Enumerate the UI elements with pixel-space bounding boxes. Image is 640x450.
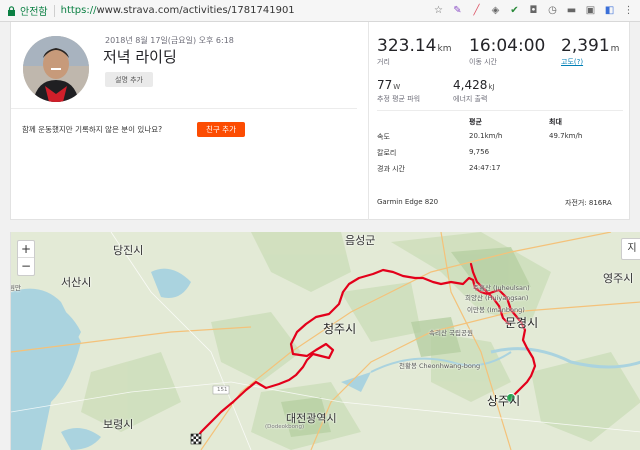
divider <box>377 110 623 111</box>
speed-max: 49.7km/h <box>549 132 583 140</box>
add-friends-prompt: 함께 운동했지만 기록하지 않은 분이 있나요? <box>22 125 163 134</box>
clock-icon[interactable]: ◷ <box>547 5 558 16</box>
url-field[interactable]: https://www.strava.com/activities/178174… <box>61 5 433 16</box>
divider <box>11 108 357 109</box>
energy-label: 에너지 출력 <box>453 95 488 103</box>
row-label-speed: 속도 <box>377 133 390 141</box>
map-label-boryeong: 보령시 <box>103 418 134 431</box>
activity-header: 2018년 8월 17일(금요일) 오후 6:18 저녁 라이딩 설명 추가 함… <box>11 22 369 220</box>
column-header-max: 최대 <box>549 118 562 126</box>
map-label-dodeok: (Dodeokbong) <box>265 424 305 430</box>
map-label-cheongju: 청주시 <box>323 322 357 336</box>
power-value: 77W <box>377 78 401 92</box>
energy-value: 4,428kJ <box>453 78 495 92</box>
menu-icon[interactable]: ⋮ <box>623 5 634 16</box>
moving-time-value: 16:04:00 <box>469 36 546 56</box>
map-label-dangjin: 당진시 <box>113 244 144 257</box>
avatar[interactable] <box>23 36 89 102</box>
activity-date: 2018년 8월 17일(금요일) 오후 6:18 <box>105 36 234 45</box>
distance-value: 323.14km <box>377 36 452 56</box>
add-description-button[interactable]: 설명 추가 <box>105 72 153 87</box>
elevation-value: 2,391m <box>561 36 620 56</box>
zoom-in-button[interactable]: + <box>18 241 34 258</box>
map-label-huiyangsan: 희양산 (Huiyangsan) <box>465 294 529 302</box>
browser-address-bar: 안전함 https://www.strava.com/activities/17… <box>0 0 640 22</box>
brush-icon[interactable]: ╱ <box>471 5 482 16</box>
map-label-sangju: 상주시 <box>487 394 521 408</box>
divider <box>53 4 55 17</box>
map-label-seosan: 서산시 <box>61 276 92 289</box>
lock-icon <box>6 5 16 16</box>
activity-stats: 323.14km 거리 16:04:00 이동 시간 2,391m 고도(?) … <box>369 22 631 220</box>
column-header-average: 평균 <box>469 118 482 126</box>
url-path: www.strava.com/activities/1781741901 <box>96 5 295 16</box>
check-icon[interactable]: ✔ <box>509 5 520 16</box>
map-layer-button[interactable]: 지 <box>621 238 640 260</box>
activity-title: 저녁 라이딩 <box>103 48 177 66</box>
speed-average: 20.1km/h <box>469 132 503 140</box>
puzzle-icon[interactable]: ◈ <box>490 5 501 16</box>
moving-time-label: 이동 시간 <box>469 58 497 66</box>
calories-value: 9,756 <box>469 148 490 156</box>
map-label-cheonhwang: 천황봉 Cheonhwang-bong <box>399 362 481 370</box>
finish-flag-icon <box>190 433 202 445</box>
row-label-calories: 칼로리 <box>377 149 397 157</box>
pen-icon[interactable]: ✎ <box>452 5 463 16</box>
zoom-control: + − <box>17 240 35 276</box>
shield-icon[interactable]: ◘ <box>528 5 539 16</box>
add-friends-button[interactable]: 친구 추가 <box>197 122 245 137</box>
map-label-juheulsan: 주흘산 (Juheulsan) <box>473 284 530 292</box>
device-name: Garmin Edge 820 <box>377 198 439 206</box>
map-label-eumseong: 음성군 <box>345 234 376 247</box>
row-label-elapsed-time: 경과 시간 <box>377 165 405 173</box>
activity-summary-card: 2018년 8월 17일(금요일) 오후 6:18 저녁 라이딩 설명 추가 함… <box>10 22 630 220</box>
route-map[interactable]: + − 지 당진시 서산시 원만 청주시 대전광역시 (Dodeokbong) … <box>10 232 640 450</box>
gear-icon[interactable]: ▣ <box>585 5 596 16</box>
bike-name[interactable]: 자전거: 816RA <box>565 198 612 208</box>
folder-icon[interactable]: ▬ <box>566 5 577 16</box>
map-label-uman: 원만 <box>10 284 21 292</box>
elevation-help-link[interactable]: 고도(?) <box>561 57 583 67</box>
extension-toolbar: ☆ ✎ ╱ ◈ ✔ ◘ ◷ ▬ ▣ ◧ ⋮ <box>433 5 634 16</box>
zoom-out-button[interactable]: − <box>18 258 34 275</box>
url-scheme: https:// <box>60 5 97 16</box>
road-number-label: 151 <box>217 387 228 393</box>
map-label-yeongju: 영주시 <box>603 272 634 285</box>
secure-label: 안전함 <box>20 7 48 18</box>
map-label-sokri: 속리산 국립공원 <box>429 329 473 337</box>
map-label-mungyeong: 문경시 <box>505 316 539 330</box>
elapsed-time-value: 24:47:17 <box>469 164 501 172</box>
power-label: 추정 평균 파워 <box>377 95 421 103</box>
star-icon[interactable]: ☆ <box>433 5 444 16</box>
distance-label: 거리 <box>377 58 390 66</box>
map-label-imanbong: 이만봉 (Imanbong) <box>467 306 525 314</box>
extension-icon[interactable]: ◧ <box>604 5 615 16</box>
